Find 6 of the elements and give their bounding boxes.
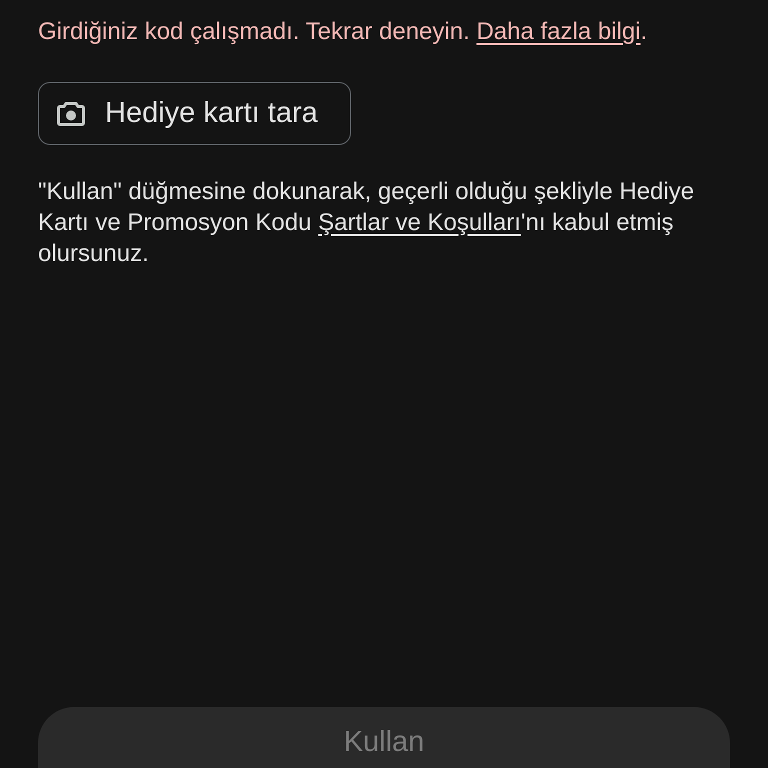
camera-icon [57, 102, 85, 126]
terms-notice: "Kullan" düğmesine dokunarak, geçerli olduğu şekliyle Hediye Kartı ve Promosyon Kodu Şartlar ve Koşulları'nı kabul etmiş olursunuz. [38, 177, 696, 269]
terms-link[interactable]: Şartlar ve Koşulları [318, 209, 521, 236]
scan-gift-card-button[interactable]: Hediye kartı tara [38, 82, 351, 145]
error-message: Girdiğiniz kod çalışmadı. Tekrar deneyin. Daha fazla bilgi. [38, 17, 648, 47]
learn-more-link[interactable]: Daha fazla bilgi [476, 18, 641, 45]
